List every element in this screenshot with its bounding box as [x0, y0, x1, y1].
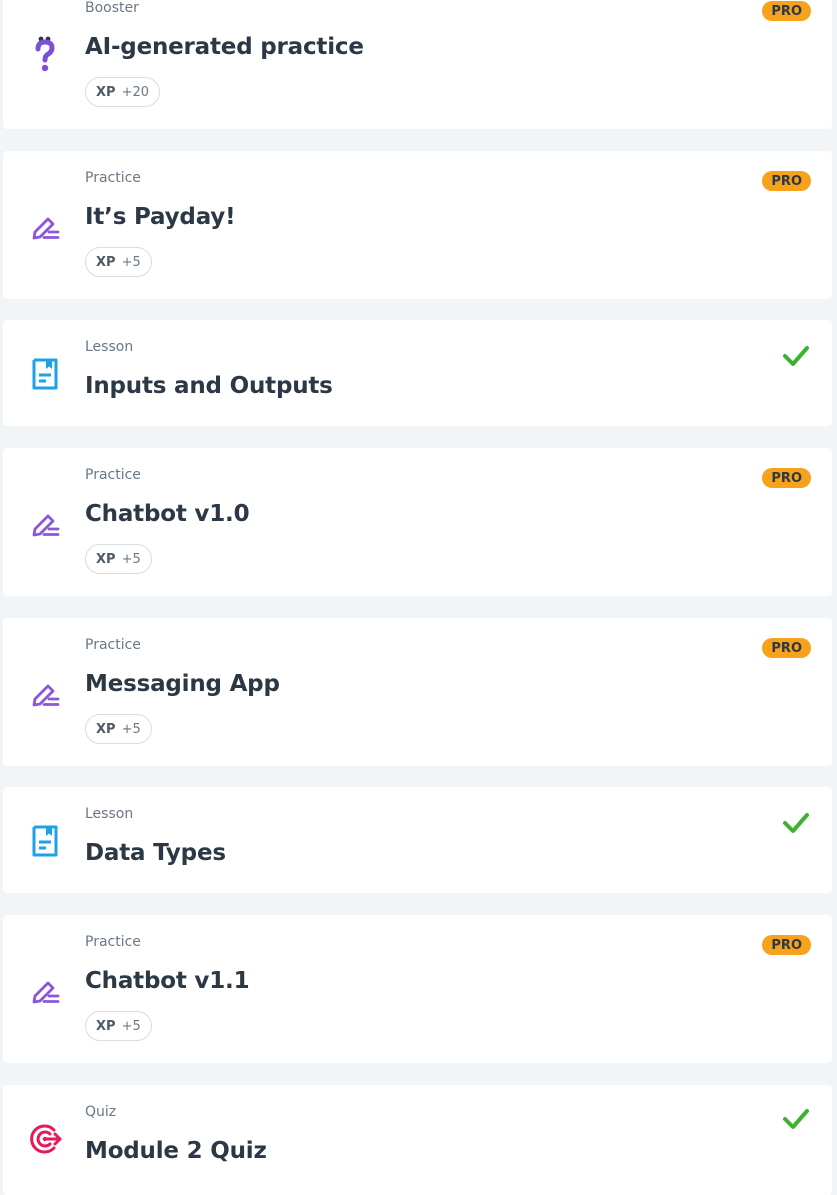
card-type-label: Practice [85, 467, 141, 483]
pencil-icon [27, 675, 63, 711]
xp-value: +5 [121, 551, 141, 567]
practice-card[interactable]: Practice Chatbot v1.1 XP +5 PRO [3, 915, 832, 1063]
pro-badge: PRO [762, 935, 811, 955]
lesson-document-icon [27, 823, 63, 859]
card-title: Chatbot v1.0 [85, 501, 250, 527]
pro-badge: PRO [762, 468, 811, 488]
lesson-card[interactable]: Lesson Data Types [3, 787, 832, 893]
card-title: Messaging App [85, 671, 280, 697]
card-type-label: Practice [85, 637, 141, 653]
card-type-label: Practice [85, 170, 141, 186]
xp-chip: XP +5 [85, 714, 152, 744]
checkmark-icon [783, 813, 809, 833]
xp-chip: XP +5 [85, 247, 152, 277]
lesson-document-icon [27, 356, 63, 392]
practice-card[interactable]: Practice Chatbot v1.0 XP +5 PRO [3, 448, 832, 596]
practice-card[interactable]: Practice Messaging App XP +5 PRO [3, 618, 832, 766]
pro-badge: PRO [762, 1, 811, 21]
lesson-card[interactable]: Lesson Inputs and Outputs [3, 320, 832, 426]
quiz-card[interactable]: Quiz Module 2 Quiz [3, 1085, 832, 1195]
card-title: It’s Payday! [85, 204, 236, 230]
pro-badge: PRO [762, 638, 811, 658]
pencil-icon [27, 505, 63, 541]
card-title: AI-generated practice [85, 34, 364, 60]
xp-chip: XP +5 [85, 544, 152, 574]
xp-label: XP [96, 254, 116, 270]
card-type-label: Practice [85, 934, 141, 950]
card-title: Chatbot v1.1 [85, 968, 250, 994]
booster-card[interactable]: Booster AI-generated practice XP +20 PRO [3, 0, 832, 129]
pro-badge: PRO [762, 171, 811, 191]
xp-value: +5 [121, 254, 141, 270]
checkmark-icon [783, 1109, 809, 1129]
xp-value: +5 [121, 721, 141, 737]
practice-card[interactable]: Practice It’s Payday! XP +5 PRO [3, 151, 832, 299]
xp-label: XP [96, 551, 116, 567]
pencil-icon [27, 972, 63, 1008]
xp-value: +5 [121, 1018, 141, 1034]
checkmark-icon [783, 346, 809, 366]
xp-label: XP [96, 84, 116, 100]
target-icon [27, 1121, 63, 1157]
card-title: Data Types [85, 840, 226, 866]
xp-chip: XP +5 [85, 1011, 152, 1041]
card-type-label: Quiz [85, 1104, 117, 1120]
pencil-icon [27, 208, 63, 244]
card-title: Inputs and Outputs [85, 373, 333, 399]
xp-label: XP [96, 721, 116, 737]
question-mark-icon [27, 36, 63, 73]
xp-chip: XP +20 [85, 77, 160, 107]
card-type-label: Lesson [85, 339, 134, 355]
card-title: Module 2 Quiz [85, 1138, 267, 1164]
xp-label: XP [96, 1018, 116, 1034]
xp-value: +20 [121, 84, 149, 100]
card-type-label: Lesson [85, 806, 134, 822]
card-type-label: Booster [85, 0, 139, 16]
